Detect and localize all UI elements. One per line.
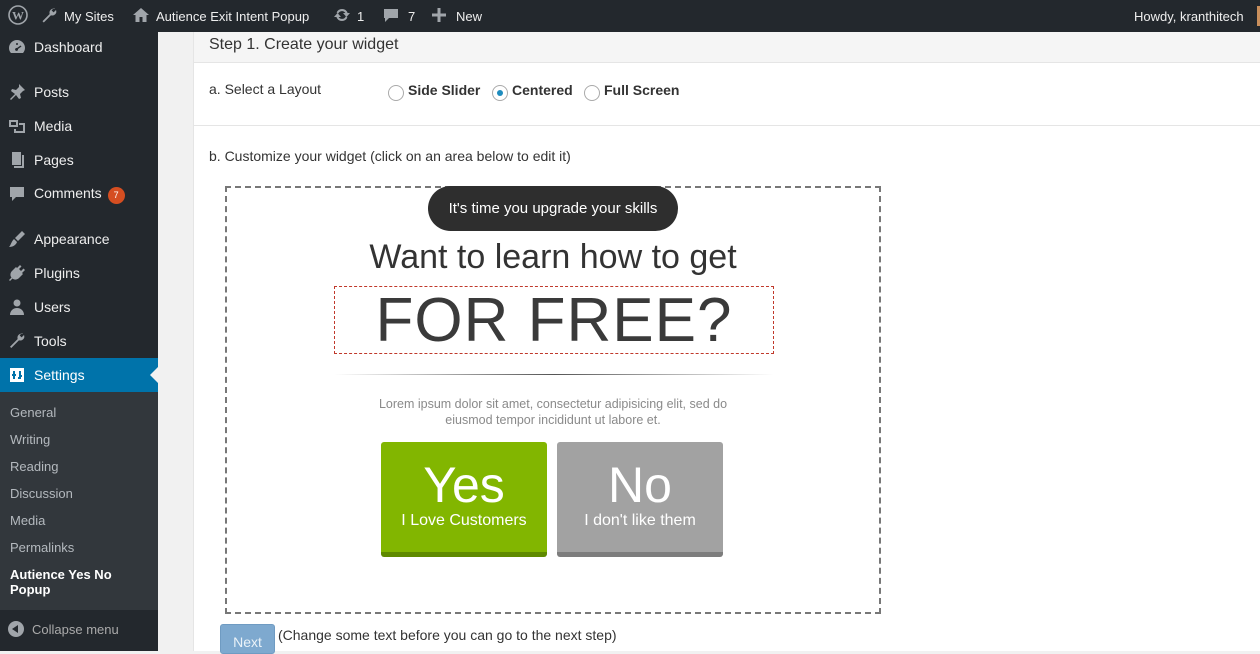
layout-option-label: Full Screen <box>604 82 680 98</box>
submenu-item-general[interactable]: General <box>10 405 56 420</box>
svg-text:W: W <box>12 8 24 22</box>
sidebar-item-dashboard[interactable]: Dashboard <box>0 30 158 64</box>
layout-option-label: Centered <box>512 82 573 98</box>
layout-option-side-slider[interactable]: Side Slider <box>388 82 481 101</box>
step-header: Step 1. Create your widget <box>194 32 1260 63</box>
sidebar-item-tools[interactable]: Tools <box>0 324 158 358</box>
home-icon <box>132 6 150 27</box>
widget-pill-text[interactable]: It's time you upgrade your skills <box>428 186 678 231</box>
plus-icon <box>431 7 447 26</box>
new-label: New <box>456 8 483 24</box>
new-content-button[interactable]: New <box>431 0 482 32</box>
yes-button-sub-text: I Love Customers <box>401 512 527 529</box>
admin-sidebar: Dashboard Posts Media Pages Comments 7 Ap… <box>0 32 158 651</box>
layout-option-label: Side Slider <box>408 82 481 98</box>
greeting-text: Howdy, kranthitech <box>1134 8 1244 24</box>
submenu-item-writing[interactable]: Writing <box>10 432 50 447</box>
radio-centered[interactable] <box>492 85 508 101</box>
widget-divider <box>334 374 774 375</box>
comments-badge: 7 <box>107 186 125 204</box>
page-gutter <box>158 498 193 651</box>
widget-preview[interactable]: It's time you upgrade your skills Want t… <box>225 186 881 614</box>
media-icon <box>8 117 26 135</box>
plugins-icon <box>8 264 26 282</box>
users-icon <box>8 298 26 316</box>
next-button[interactable]: Next <box>220 624 275 654</box>
collapse-menu-button[interactable]: Collapse menu <box>0 612 158 646</box>
wordpress-logo-button[interactable]: W <box>8 0 28 32</box>
layout-label: a. Select a Layout <box>209 81 322 97</box>
no-button-main-text: No <box>608 457 672 513</box>
layout-option-full-screen[interactable]: Full Screen <box>584 82 680 101</box>
yes-button-main-text: Yes <box>423 457 505 513</box>
sidebar-label-plugins: Plugins <box>34 265 80 281</box>
sidebar-label-media: Media <box>34 118 73 134</box>
pages-icon <box>8 151 26 169</box>
sidebar-label-users: Users <box>34 299 71 315</box>
site-name-label: Autience Exit Intent Popup <box>156 8 310 24</box>
no-button-sub-text: I don't like them <box>584 512 696 529</box>
layout-option-centered[interactable]: Centered <box>492 82 573 101</box>
sidebar-item-appearance[interactable]: Appearance <box>0 222 158 256</box>
my-sites-label: My Sites <box>64 8 114 24</box>
updates-count: 1 <box>357 8 365 24</box>
site-name-menu[interactable]: Autience Exit Intent Popup <box>132 0 309 32</box>
wrench-icon <box>40 6 58 27</box>
sidebar-label-posts: Posts <box>34 84 70 100</box>
sidebar-item-media[interactable]: Media <box>0 109 158 143</box>
sidebar-label-tools: Tools <box>34 333 67 349</box>
customize-label: b. Customize your widget (click on an ar… <box>209 148 571 164</box>
sidebar-label-pages: Pages <box>34 152 74 168</box>
submenu-item-media[interactable]: Media <box>10 513 45 528</box>
yes-button[interactable]: Yes I Love Customers <box>381 442 547 557</box>
main-content: Step 1. Create your widget a. Select a L… <box>193 32 1260 654</box>
sidebar-label-dashboard: Dashboard <box>34 39 103 55</box>
tools-icon <box>8 332 26 350</box>
dashboard-icon <box>8 38 26 56</box>
comment-icon <box>382 6 400 27</box>
updates-button[interactable]: 1 <box>333 0 364 32</box>
collapse-menu-label: Collapse menu <box>32 621 119 637</box>
sidebar-item-comments[interactable]: Comments 7 <box>0 177 158 211</box>
admin-bar: W My Sites Autience Exit Intent Popup 1 … <box>0 0 1260 32</box>
active-indicator <box>150 367 158 383</box>
comment-icon <box>8 185 26 203</box>
wordpress-icon: W <box>8 4 28 28</box>
sidebar-label-settings: Settings <box>34 367 85 383</box>
sidebar-item-plugins[interactable]: Plugins <box>0 256 158 290</box>
sidebar-item-posts[interactable]: Posts <box>0 75 158 109</box>
sidebar-item-settings[interactable]: Settings <box>0 358 158 392</box>
submenu-item-discussion[interactable]: Discussion <box>10 486 73 501</box>
settings-submenu: General Writing Reading Discussion Media… <box>0 392 158 610</box>
widget-headline[interactable]: Want to learn how to get <box>227 238 879 277</box>
my-sites-menu[interactable]: My Sites <box>40 0 114 32</box>
sidebar-item-users[interactable]: Users <box>0 290 158 324</box>
collapse-icon <box>8 621 24 637</box>
sidebar-item-pages[interactable]: Pages <box>0 143 158 177</box>
comments-button[interactable]: 7 <box>382 0 415 32</box>
sidebar-label-comments-wrap: Comments 7 <box>34 185 125 204</box>
sidebar-label-appearance: Appearance <box>34 231 110 247</box>
comments-count: 7 <box>408 8 416 24</box>
submenu-item-autience-yes-no-popup[interactable]: Autience Yes No Popup <box>10 567 140 597</box>
next-step-note: (Change some text before you can go to t… <box>278 627 617 643</box>
radio-full-screen[interactable] <box>584 85 600 101</box>
sidebar-label-comments: Comments <box>34 184 102 201</box>
refresh-icon <box>333 6 351 27</box>
submenu-item-reading[interactable]: Reading <box>10 459 58 474</box>
widget-big-text[interactable]: FOR FREE? <box>334 286 774 355</box>
no-button[interactable]: No I don't like them <box>557 442 723 557</box>
widget-description[interactable]: Lorem ipsum dolor sit amet, consectetur … <box>367 396 739 428</box>
account-menu[interactable]: Howdy, kranthitech <box>1134 0 1244 32</box>
submenu-item-permalinks[interactable]: Permalinks <box>10 540 74 555</box>
radio-side-slider[interactable] <box>388 85 404 101</box>
appearance-icon <box>8 230 26 248</box>
section-divider <box>194 125 1260 126</box>
page-title: Step 1. Create your widget <box>209 36 399 53</box>
settings-icon <box>8 366 26 384</box>
pin-icon <box>8 83 26 101</box>
